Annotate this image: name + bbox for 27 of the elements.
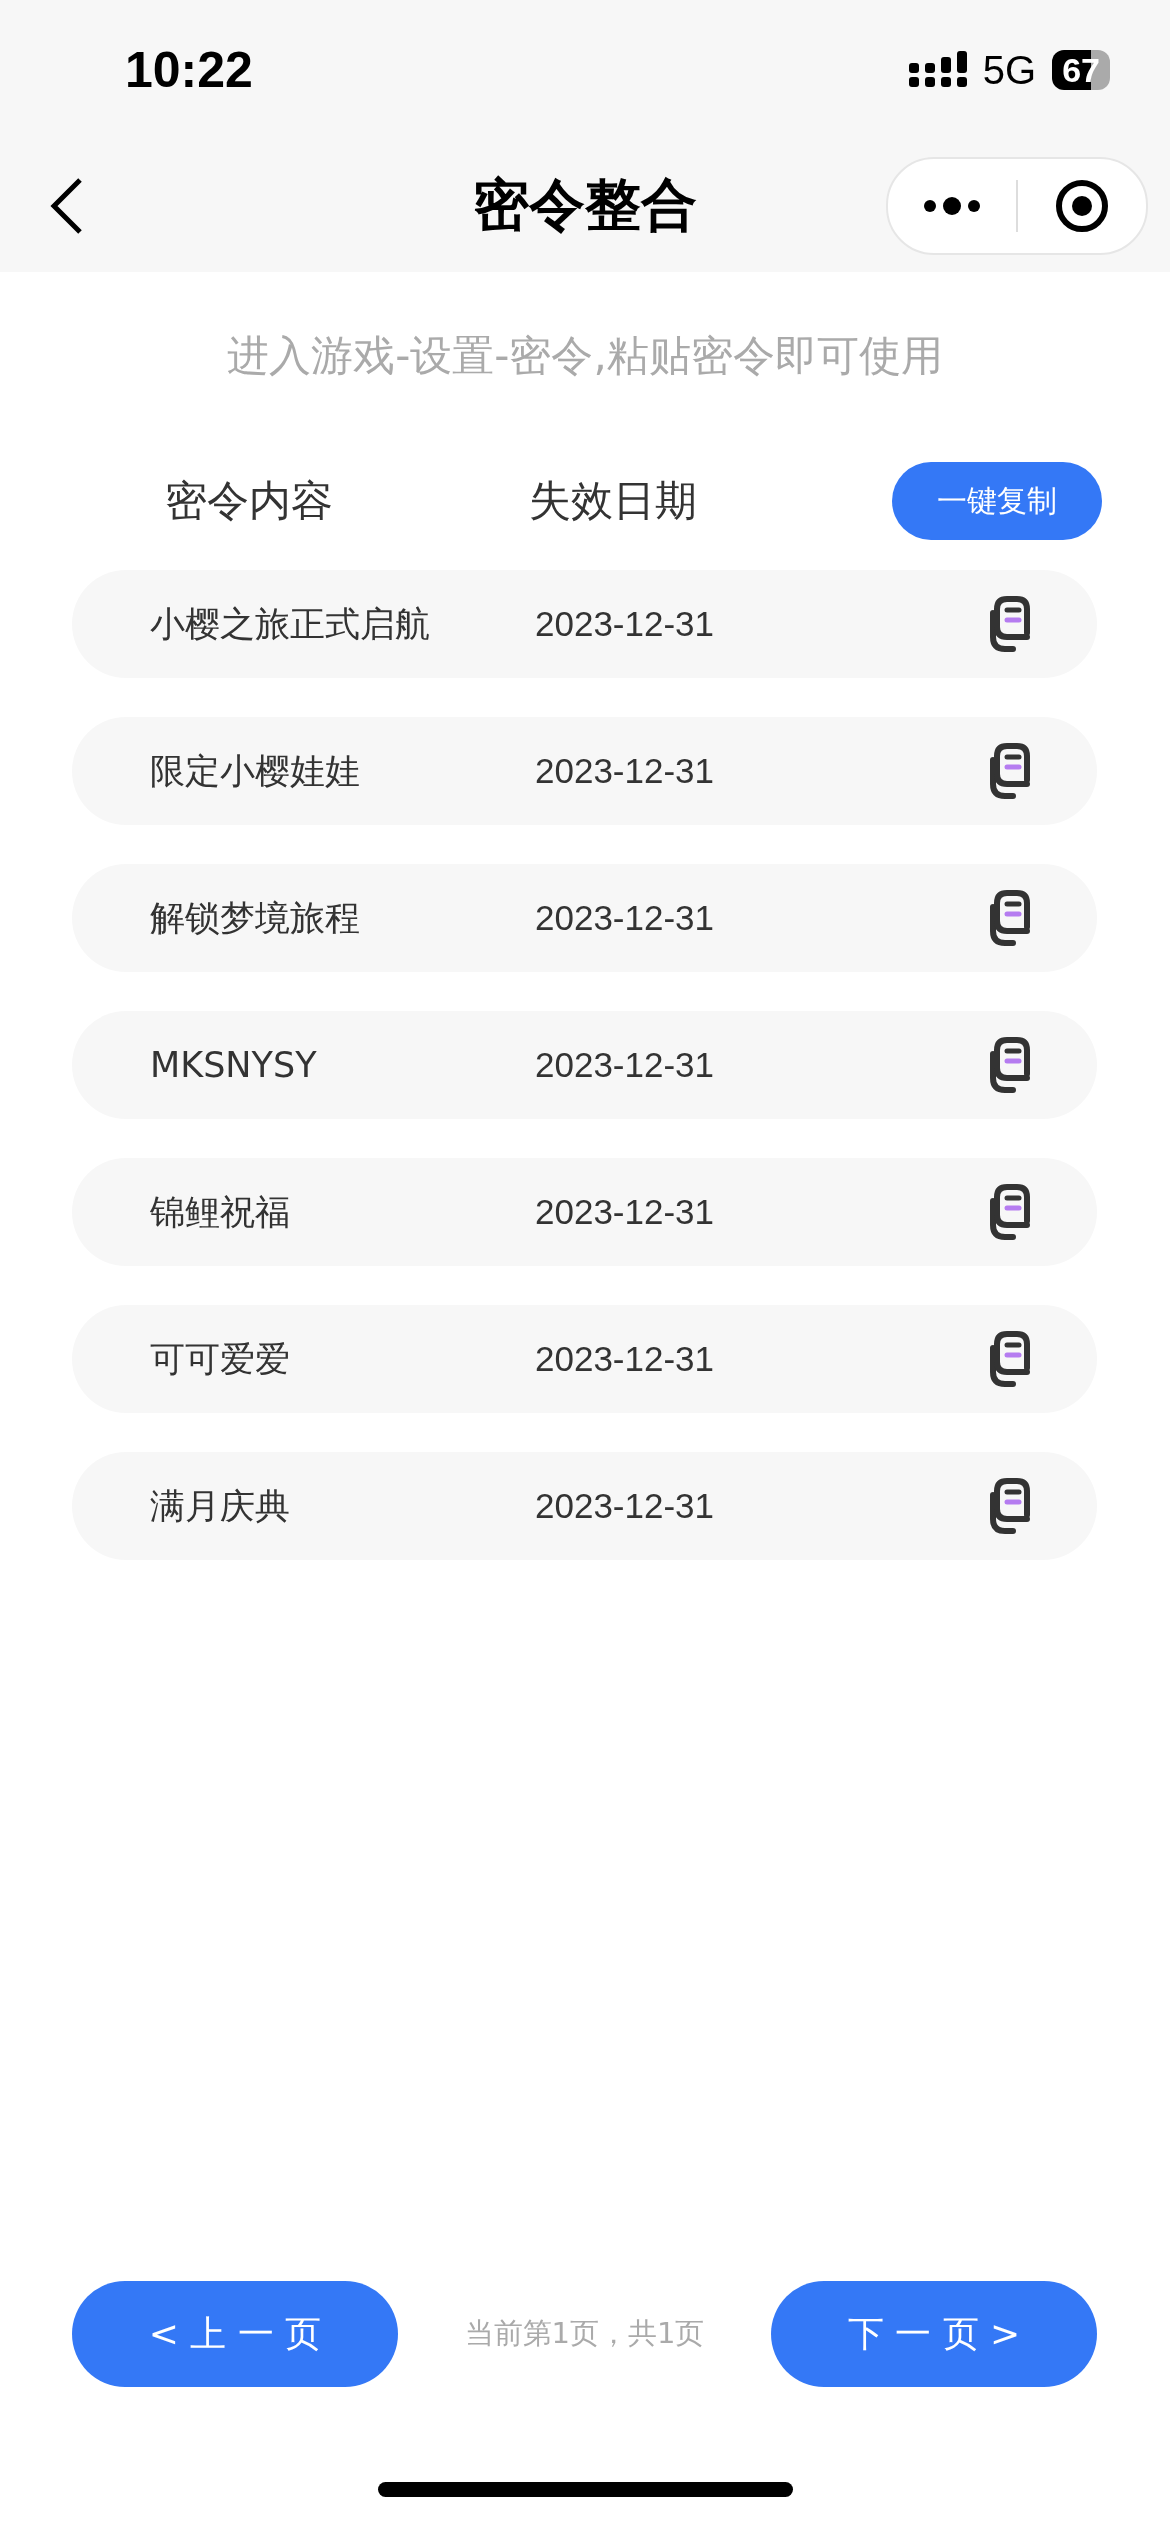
expiry-date: 2023-12-31: [535, 604, 715, 644]
copy-all-button[interactable]: 一键复制: [892, 462, 1102, 540]
expiry-date: 2023-12-31: [535, 1192, 715, 1232]
status-time: 10:22: [125, 41, 253, 99]
code-text: 解锁梦境旅程: [150, 896, 361, 940]
page-title: 密令整合: [473, 172, 697, 237]
expiry-date: 2023-12-31: [535, 898, 715, 938]
close-target-icon[interactable]: [1054, 178, 1110, 234]
instruction-text: 进入游戏-设置-密令,粘贴密令即可使用: [226, 330, 944, 382]
expiry-date: 2023-12-31: [535, 1045, 715, 1085]
more-icon[interactable]: [924, 196, 980, 216]
expiry-date: 2023-12-31: [535, 1486, 715, 1526]
network-label: 5G: [982, 47, 1037, 93]
code-text: 满月庆典: [150, 1484, 291, 1528]
code-text: 可可爱爱: [150, 1337, 291, 1381]
code-text: 锦鲤祝福: [150, 1190, 291, 1234]
previous-page-button[interactable]: < 上 一 页: [72, 2281, 398, 2387]
signal-icon: [908, 51, 967, 89]
column-header: 失效日期: [529, 475, 697, 527]
code-text: 限定小樱娃娃: [150, 749, 361, 793]
next-page-button[interactable]: 下 一 页 >: [771, 2281, 1097, 2387]
expiry-date: 2023-12-31: [535, 1339, 715, 1379]
column-header: 密令内容: [165, 475, 334, 527]
code-text: 小樱之旅正式启航: [150, 602, 431, 646]
page-indicator: 当前第1页，共1页: [464, 2315, 705, 2352]
expiry-date: 2023-12-31: [535, 751, 715, 791]
code-text: MKSNYSY: [150, 1045, 318, 1085]
